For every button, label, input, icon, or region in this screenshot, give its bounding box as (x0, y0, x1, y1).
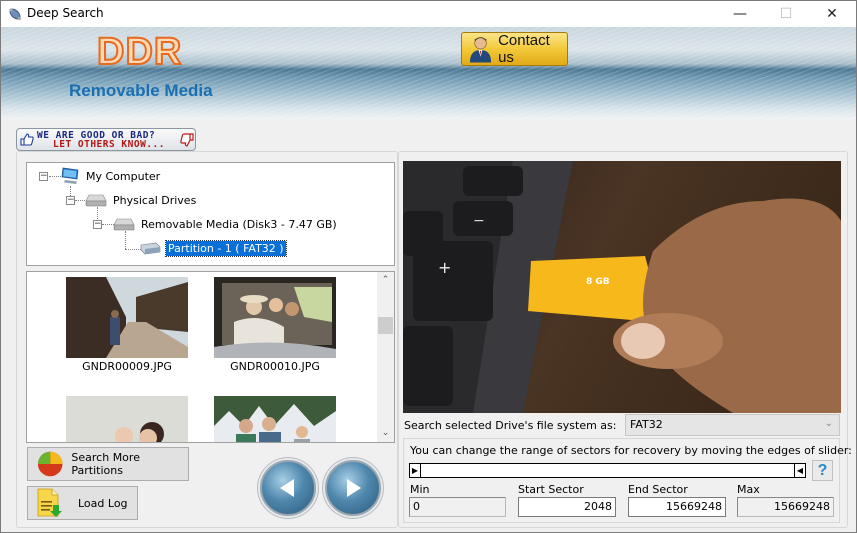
contact-us-label: Contact us (498, 32, 550, 66)
tree-node-physical-drives[interactable]: Physical Drives (85, 191, 196, 209)
drive-tree[interactable]: − My Computer − Physical Drives − Remova… (26, 162, 395, 266)
thumbnail-scrollbar[interactable]: ⌃ ⌄ (377, 272, 394, 442)
max-field: 15669248 (737, 497, 834, 517)
log-file-icon (37, 488, 62, 517)
thumbnail-image-family (214, 396, 336, 442)
sector-range-hint: You can change the range of sectors for … (410, 444, 852, 457)
tree-node-label-selected: Partition - 1 ( FAT32 ) (165, 239, 287, 257)
scroll-up-icon[interactable]: ⌃ (377, 272, 394, 289)
collapse-toggle[interactable]: − (93, 220, 102, 229)
rate-us-button[interactable]: WE ARE GOOD OR BAD? LET OTHERS KNOW... (16, 128, 196, 151)
search-more-partitions-label: Search More Partitions (71, 451, 140, 477)
tree-node-my-computer[interactable]: My Computer (61, 167, 160, 185)
usb-drive-photo: + − 8 GB (403, 161, 841, 413)
thumbnail-filename: GNDR00009.JPG (82, 360, 172, 373)
filesystem-selected-value: FAT32 (630, 418, 663, 431)
rate-line-2: LET OTHERS KNOW... (53, 139, 165, 150)
filesystem-label: Search selected Drive's file system as: (404, 419, 617, 432)
minimize-button[interactable]: — (717, 1, 763, 27)
drive-icon (85, 194, 107, 207)
scrollbar-thumb[interactable] (378, 317, 393, 334)
computer-icon (61, 167, 79, 184)
partition-icon (140, 242, 161, 255)
end-sector-label: End Sector (628, 483, 688, 496)
thumbs-down-icon (180, 133, 194, 147)
thumbnail-image-car (214, 277, 336, 358)
max-label: Max (737, 483, 760, 496)
min-label: Min (410, 483, 430, 496)
start-sector-input[interactable]: 2048 (518, 497, 616, 517)
chevron-down-icon: ⌄ (824, 418, 833, 429)
load-log-button[interactable]: Load Log (27, 486, 138, 520)
collapse-toggle[interactable]: − (66, 196, 75, 205)
start-sector-label: Start Sector (518, 483, 584, 496)
drive-preview-image: + − 8 GB (403, 161, 841, 413)
header-banner: DDR Removable Media Contact us (1, 27, 856, 119)
collapse-toggle[interactable]: − (39, 172, 48, 181)
thumbnail-image-mother-child (66, 396, 188, 442)
maximize-icon: ☐ (779, 6, 793, 22)
contact-us-button[interactable]: Contact us (461, 32, 568, 66)
next-button[interactable] (325, 460, 381, 516)
thumbnail-list[interactable]: GNDR00009.JPG GNDR00010.JPG ⌃ ⌄ (26, 271, 395, 443)
person-icon (469, 37, 492, 63)
pie-chart-icon (37, 451, 63, 477)
window-title: Deep Search (27, 6, 104, 20)
tree-node-label: Removable Media (Disk3 - 7.47 GB) (141, 217, 337, 231)
tree-node-removable-media[interactable]: Removable Media (Disk3 - 7.47 GB) (113, 215, 337, 233)
sector-range-slider[interactable]: ▶ ◀ (409, 463, 806, 478)
scroll-down-icon[interactable]: ⌄ (377, 425, 394, 442)
previous-button[interactable] (260, 460, 316, 516)
title-bar: Deep Search — ☐ ✕ (1, 1, 856, 27)
min-value: 0 (413, 500, 420, 513)
close-icon: ✕ (826, 6, 838, 22)
question-mark-icon: ? (817, 462, 828, 479)
app-icon (9, 8, 22, 21)
start-sector-value: 2048 (584, 500, 612, 513)
tree-node-partition-1[interactable]: Partition - 1 ( FAT32 ) (139, 239, 287, 257)
svg-text:8 GB: 8 GB (586, 277, 610, 287)
slider-start-handle[interactable]: ▶ (410, 464, 421, 477)
end-sector-value: 15669248 (666, 500, 722, 513)
logo-ddr: DDR (96, 30, 183, 74)
tree-node-label: My Computer (86, 169, 161, 183)
help-button[interactable]: ? (812, 460, 833, 481)
load-log-label: Load Log (78, 496, 128, 510)
thumbnail-filename: GNDR00010.JPG (230, 360, 320, 373)
search-more-partitions-button[interactable]: Search More Partitions (27, 447, 189, 481)
max-value: 15669248 (774, 500, 830, 513)
tree-connector (125, 231, 126, 249)
thumbs-up-icon (20, 133, 34, 146)
slider-end-handle[interactable]: ◀ (794, 464, 805, 477)
thumbnail-image-street (66, 277, 188, 358)
tree-node-label: Physical Drives (113, 193, 197, 207)
drive-icon (113, 218, 135, 231)
maximize-button[interactable]: ☐ (763, 1, 809, 27)
filesystem-dropdown[interactable]: FAT32 ⌄ (625, 414, 840, 436)
product-name: Removable Media (69, 81, 213, 100)
svg-text:−: − (473, 213, 485, 229)
svg-text:+: + (438, 258, 451, 277)
end-sector-input[interactable]: 15669248 (628, 497, 726, 517)
minimize-icon: — (733, 6, 747, 22)
min-field: 0 (409, 497, 506, 517)
close-button[interactable]: ✕ (809, 1, 855, 27)
arrow-left-icon (280, 479, 294, 497)
app-window: Deep Search — ☐ ✕ DDR Removable Media Co… (0, 0, 857, 533)
arrow-right-icon (347, 479, 361, 497)
